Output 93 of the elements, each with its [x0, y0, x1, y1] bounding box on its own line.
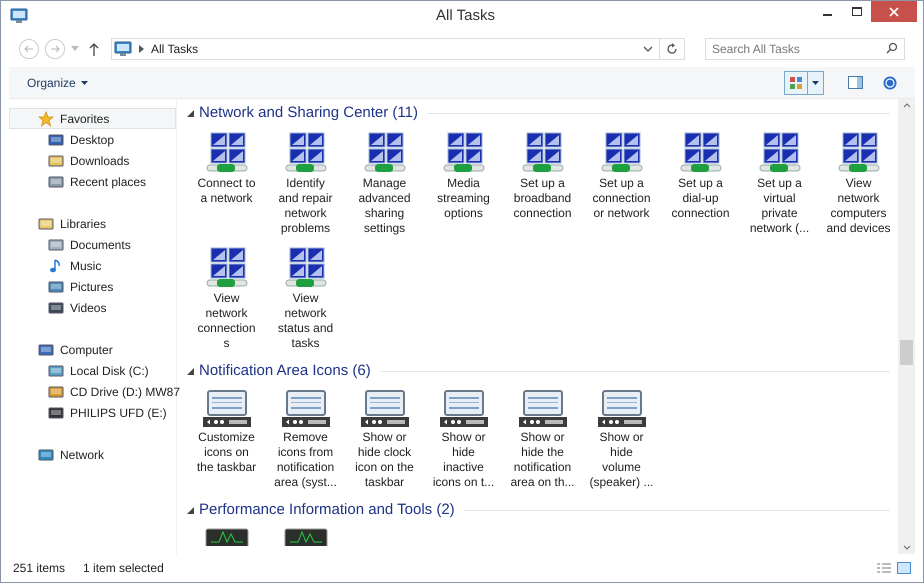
sidebar-item[interactable]: PHILIPS UFD (E:): [9, 402, 176, 423]
task-label: Customize icons on the taskbar: [196, 430, 256, 475]
task-label: Show or hide inactive icons on t...: [432, 430, 494, 490]
task-item[interactable]: Show or hide the notification area on th...: [503, 383, 582, 494]
task-item[interactable]: Remove icons from notification area (syst...: [266, 383, 345, 494]
task-label: Identify and repair network problems: [278, 176, 333, 236]
sidebar-item[interactable]: Local Disk (C:): [9, 360, 176, 381]
task-item[interactable]: Set up a broadband connection: [503, 125, 582, 240]
vertical-scrollbar[interactable]: [898, 99, 915, 554]
selection-status: 1 item selected: [83, 560, 164, 577]
taskbar-monitor-icon: [280, 389, 330, 429]
task-item[interactable]: Connect to a network: [187, 125, 266, 240]
control-panel-icon[interactable]: [10, 8, 28, 24]
sidebar-item[interactable]: Documents: [9, 234, 176, 255]
task-label: Manage advanced sharing settings: [358, 176, 411, 236]
task-label: Set up a connection or network: [592, 176, 651, 221]
details-view-icon[interactable]: [877, 562, 891, 574]
caret-icon: [812, 80, 819, 84]
address-path[interactable]: All Tasks: [151, 40, 643, 58]
collapse-triangle-icon[interactable]: [187, 506, 194, 514]
sidebar-item[interactable]: Videos: [9, 297, 176, 318]
help-icon[interactable]: [883, 76, 897, 90]
task-item[interactable]: Set up a connection or network: [582, 125, 661, 240]
close-icon: [889, 6, 899, 16]
task-item[interactable]: Media streaming options: [424, 125, 503, 240]
task-label: Remove icons from notification area (syst...: [274, 430, 337, 490]
sidebar-item[interactable]: Favorites: [9, 108, 176, 129]
search-icon: [886, 42, 898, 54]
search-field[interactable]: Search All Tasks: [705, 38, 905, 60]
performance-monitor-icon: [284, 528, 328, 546]
sidebar-item[interactable]: Libraries: [9, 213, 176, 234]
scrollbar-thumb[interactable]: [900, 340, 913, 365]
back-arrow-icon: [24, 44, 34, 54]
task-item[interactable]: Set up a dial-up connection: [661, 125, 740, 240]
organize-button[interactable]: Organize: [27, 74, 88, 92]
sidebar-item[interactable]: Downloads: [9, 150, 176, 171]
up-arrow-icon[interactable]: [89, 42, 99, 56]
taskbar-monitor-icon: [202, 389, 252, 429]
performance-monitor-icon: [204, 528, 248, 546]
collapse-triangle-icon[interactable]: [187, 110, 194, 116]
close-button[interactable]: [871, 1, 917, 22]
address-bar[interactable]: All Tasks: [111, 38, 685, 60]
chevron-down-icon[interactable]: [643, 46, 653, 52]
task-label: View network status and tasks: [278, 291, 334, 351]
refresh-icon[interactable]: [666, 43, 678, 55]
taskbar-monitor-icon: [360, 389, 410, 429]
task-label: Set up a broadband connection: [513, 176, 572, 221]
group-header[interactable]: Network and Sharing Center (11): [199, 102, 418, 124]
task-label: Connect to a network: [197, 176, 256, 206]
group-header[interactable]: Notification Area Icons (6): [199, 360, 371, 382]
star-icon: [38, 110, 54, 126]
window-title: All Tasks: [435, 6, 496, 26]
taskbar-monitor-icon: [518, 389, 568, 429]
task-item[interactable]: Show or hide inactive icons on t...: [424, 383, 503, 494]
taskbar-monitor-icon: [438, 389, 488, 429]
breadcrumb-arrow-icon: [139, 45, 144, 53]
task-item[interactable]: View network status and tasks: [266, 240, 345, 355]
task-item[interactable]: View network connection s: [187, 240, 266, 355]
sidebar-item[interactable]: Desktop: [9, 129, 176, 150]
scroll-down-icon[interactable]: [902, 545, 910, 550]
task-label: Media streaming options: [437, 176, 490, 221]
collapse-triangle-icon[interactable]: [187, 368, 194, 374]
task-item[interactable]: Set up a virtual private network (...: [740, 125, 819, 240]
sidebar-item[interactable]: Network: [9, 444, 176, 465]
task-item[interactable]: Customize icons on the taskbar: [187, 383, 266, 494]
sidebar-item[interactable]: Pictures: [9, 276, 176, 297]
task-label: View network connection s: [197, 291, 256, 351]
item-count: 251 items: [13, 560, 66, 577]
scroll-up-icon[interactable]: [902, 103, 910, 108]
change-view-button[interactable]: [784, 70, 824, 94]
task-label: Set up a dial-up connection: [671, 176, 730, 221]
task-label: Show or hide the notification area on th...: [510, 430, 575, 490]
caret-icon: [80, 80, 88, 84]
task-item[interactable]: Show or hide clock icon on the taskbar: [345, 383, 424, 494]
task-item[interactable]: View network computers and devices: [819, 125, 898, 240]
sidebar-item[interactable]: Recent places: [9, 171, 176, 192]
task-item[interactable]: Manage advanced sharing settings: [345, 125, 424, 240]
forward-arrow-icon: [50, 44, 60, 54]
desktop-icon: [48, 132, 64, 148]
large-icons-view-icon[interactable]: [897, 562, 911, 574]
preview-pane-icon[interactable]: [848, 76, 863, 89]
taskbar-monitor-icon: [596, 389, 646, 429]
task-label: Set up a virtual private network (...: [750, 176, 810, 236]
sidebar-item[interactable]: Music: [9, 255, 176, 276]
tiles-view-icon: [790, 76, 802, 88]
task-label: Show or hide clock icon on the taskbar: [355, 430, 414, 490]
task-label: Show or hide volume (speaker) ...: [589, 430, 654, 490]
task-label: View network computers and devices: [826, 176, 891, 236]
task-item[interactable]: Show or hide volume (speaker) ...: [582, 383, 661, 494]
task-item[interactable]: Identify and repair network problems: [266, 125, 345, 240]
control-panel-icon: [114, 41, 132, 57]
sidebar-item[interactable]: Computer: [9, 339, 176, 360]
group-header[interactable]: Performance Information and Tools (2): [199, 498, 455, 522]
